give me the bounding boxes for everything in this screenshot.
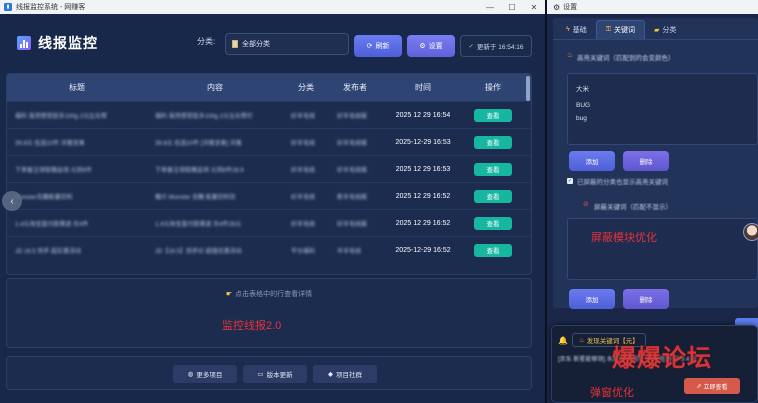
block-keyword-list[interactable]: 屏蔽模块优化 xyxy=(567,218,758,280)
minimize-icon[interactable]: — xyxy=(479,0,501,14)
detail-hint: ☛ 点击表格中的行查看详情 xyxy=(225,291,313,298)
settings-body: ϟ 基础 ⚿ 关键词 ▰ 分类 ♨ 高亮关键词（匹配到的会变颜色） 大米 BUG bu… xyxy=(553,18,758,309)
view-button[interactable]: 查看 xyxy=(474,135,512,149)
check-icon: ✓ xyxy=(468,43,474,50)
delete-block-button[interactable]: 删除 xyxy=(623,289,669,309)
card-icon: ▭ xyxy=(257,371,264,378)
desktop: ▮ 线报监控系统 - 网赚客 — ☐ ✕ 线报监控 分类: 全部分类 ⟳ 刷新 xyxy=(0,0,758,403)
main-window: ▮ 线报监控系统 - 网赚客 — ☐ ✕ 线报监控 分类: 全部分类 ⟳ 刷新 xyxy=(0,0,546,403)
table-header: 标题 内容 分类 发布者 时间 操作 xyxy=(7,74,531,101)
update-status: ✓ 更新于 16:54:16 xyxy=(460,35,532,57)
keyword-item[interactable]: bug xyxy=(576,114,749,122)
table-row[interactable]: JD 16.5 到手 超实惠活动 JD【16.5】到手价 超值优惠活动 平台福利… xyxy=(7,236,531,263)
view-button[interactable]: 查看 xyxy=(474,243,512,257)
column-header-publisher[interactable]: 发布者 xyxy=(329,82,381,93)
document-icon xyxy=(232,40,238,48)
view-now-button[interactable]: ⇗ 立即查看 xyxy=(684,378,740,394)
gear-icon: ⚙ xyxy=(419,43,426,50)
app-header: 线报监控 分类: 全部分类 ⟳ 刷新 ⚙ 设置 ✓ 更新于 16:54:16 xyxy=(7,20,532,66)
more-projects-button[interactable]: ◍ 更多项目 xyxy=(173,365,237,383)
window-title: 线报监控系统 - 网赚客 xyxy=(16,4,86,11)
keyword-item[interactable]: 大米 xyxy=(576,82,749,98)
keyword-item[interactable]: BUG xyxy=(576,98,749,114)
highlight-keyword-list[interactable]: 大米 BUG bug xyxy=(567,73,758,145)
table-row[interactable]: 39.8元 任选10件 沃隆坚果 39.8元 任选10件 [沃隆坚果] 沃隆 好… xyxy=(7,128,531,155)
avatar xyxy=(743,223,758,241)
posts-table: 标题 内容 分类 发布者 时间 操作 福利 虽然感觉挺多100g 2元左右帮 福… xyxy=(6,73,532,275)
add-highlight-button[interactable]: 添加 xyxy=(569,151,615,171)
category-label: 分类: xyxy=(197,37,216,46)
block-section-title: 屏蔽关键词（匹配不显示） xyxy=(594,204,672,211)
link-icon: ⇗ xyxy=(696,383,702,390)
column-header-time[interactable]: 时间 xyxy=(381,82,465,93)
footer-bar: ◍ 更多项目 ▭ 版本更新 ◆ 项目社群 xyxy=(6,356,532,390)
detail-panel: ☛ 点击表格中的行查看详情 监控线报2.0 xyxy=(6,278,532,348)
add-block-button[interactable]: 添加 xyxy=(569,289,615,309)
folder-icon: ▰ xyxy=(654,26,660,34)
maximize-icon[interactable]: ☐ xyxy=(501,0,523,14)
window-controls: — ☐ ✕ xyxy=(479,0,545,14)
refresh-icon: ⟳ xyxy=(366,43,373,50)
app-title: 线报监控 xyxy=(38,35,98,51)
column-header-title[interactable]: 标题 xyxy=(7,82,147,93)
settings-title: 设置 xyxy=(563,4,578,11)
gear-icon: ⚙ xyxy=(553,2,561,12)
column-header-content[interactable]: 内容 xyxy=(147,82,283,93)
close-icon[interactable]: ✕ xyxy=(523,0,545,14)
main-titlebar: ▮ 线报监控系统 - 网赚客 — ☐ ✕ xyxy=(0,0,545,14)
pointing-hand-icon: ☛ xyxy=(225,291,233,298)
tab-keywords[interactable]: ⚿ 关键词 xyxy=(595,20,646,39)
view-button[interactable]: 查看 xyxy=(474,189,512,203)
show-highlight-checkbox-row[interactable]: ✓ 已屏蔽的分类也显示高亮关键词 xyxy=(567,176,668,186)
key-icon: ⚿ xyxy=(605,26,612,33)
view-button[interactable]: 查看 xyxy=(474,108,512,122)
app-icon: ▮ xyxy=(4,3,12,11)
chart-logo-icon xyxy=(17,36,31,50)
refresh-button[interactable]: ⟳ 刷新 xyxy=(354,35,402,57)
table-row[interactable]: Monster无糖能量饮料 魔爪 Monster 无糖 能量饮料饮 好羊毛线 新… xyxy=(7,182,531,209)
tab-category[interactable]: ▰ 分类 xyxy=(645,20,685,39)
version-update-button[interactable]: ▭ 版本更新 xyxy=(243,365,307,383)
fire-icon: ♨ xyxy=(567,52,574,59)
globe-icon: ◍ xyxy=(187,371,194,378)
highlight-section-title: 高亮关键词（匹配到的会变颜色） xyxy=(577,55,675,62)
fire-icon: ♨ xyxy=(578,337,585,344)
table-row[interactable]: 1.4元淘宝直付款渠道 合4件 1.4元淘宝直付款渠道 合4件28元 好羊毛线 … xyxy=(7,209,531,236)
table-row[interactable]: 下单备注领取赠品领 元到6件 下单备注领取赠品领 元到6件28.9 好羊毛线 好… xyxy=(7,155,531,182)
view-button[interactable]: 查看 xyxy=(474,216,512,230)
bell-icon: 🔔 xyxy=(558,335,568,345)
chevron-left-icon[interactable]: ‹ xyxy=(2,191,22,211)
column-header-category[interactable]: 分类 xyxy=(283,82,329,93)
annotation-popup: 弹窗优化 xyxy=(590,387,634,399)
delete-highlight-button[interactable]: 删除 xyxy=(623,151,669,171)
settings-titlebar: ⚙ 设置 xyxy=(547,0,758,14)
column-header-action: 操作 xyxy=(485,83,501,92)
table-row[interactable]: 福利 虽然感觉挺多100g 2元左右帮 福利 虽然感觉挺多100g 2元左右帮忙… xyxy=(7,101,531,128)
checkbox[interactable]: ✓ xyxy=(567,178,573,184)
settings-tabs: ϟ 基础 ⚿ 关键词 ▰ 分类 xyxy=(553,18,758,40)
tab-basic[interactable]: ϟ 基础 xyxy=(557,20,596,39)
people-icon: ◆ xyxy=(328,371,333,378)
lightning-icon: ϟ xyxy=(566,26,570,33)
table-scrollbar[interactable] xyxy=(526,76,530,101)
community-button[interactable]: ◆ 项目社群 xyxy=(313,365,377,383)
watermark: 爆爆论坛 xyxy=(612,345,712,372)
settings-button[interactable]: ⚙ 设置 xyxy=(407,35,455,57)
category-value: 全部分类 xyxy=(242,41,270,48)
annotation-main: 监控线报2.0 xyxy=(222,320,282,332)
category-select[interactable]: 全部分类 xyxy=(225,33,349,55)
prohibited-icon: ⊘ xyxy=(583,201,589,208)
annotation-block: 屏蔽模块优化 xyxy=(591,232,657,244)
view-button[interactable]: 查看 xyxy=(474,162,512,176)
